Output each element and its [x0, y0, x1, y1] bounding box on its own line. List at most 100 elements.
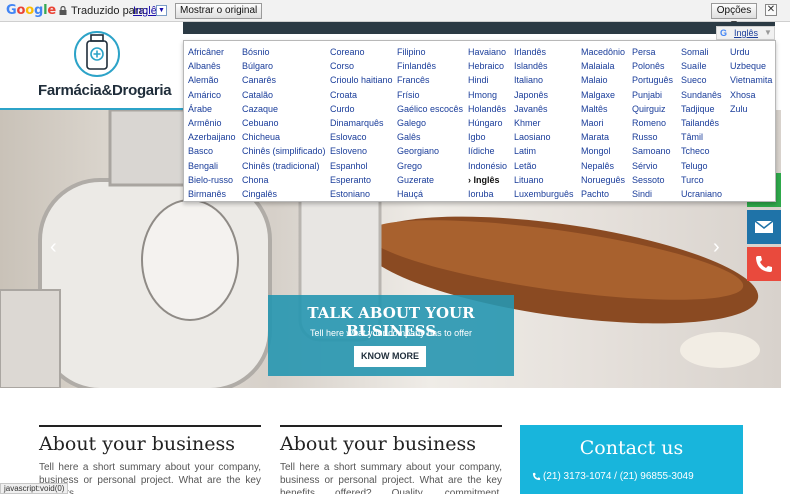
language-option[interactable]: Galego: [397, 116, 463, 130]
site-logo-text[interactable]: Farmácia&Drogaria: [38, 82, 172, 99]
language-option[interactable]: Russo: [632, 130, 673, 144]
language-option[interactable]: Árabe: [188, 102, 236, 116]
language-option[interactable]: Guzerate: [397, 173, 463, 187]
language-option[interactable]: Maltês: [581, 102, 625, 116]
language-option[interactable]: Albanês: [188, 59, 236, 73]
language-option[interactable]: Espanhol: [330, 159, 393, 173]
language-option[interactable]: Bengali: [188, 159, 236, 173]
language-menu-header[interactable]: G Inglês ▼: [716, 26, 775, 40]
language-option[interactable]: Crioulo haitiano: [330, 73, 393, 87]
language-option[interactable]: Javanês: [514, 102, 574, 116]
language-option[interactable]: Quirguiz: [632, 102, 673, 116]
language-option[interactable]: Islandês: [514, 59, 574, 73]
language-option[interactable]: Hauçá: [397, 187, 463, 201]
language-option[interactable]: Igbo: [468, 130, 507, 144]
language-option[interactable]: Gaélico escocês: [397, 102, 463, 116]
language-option[interactable]: Basco: [188, 144, 236, 158]
language-option[interactable]: Tadjique: [681, 102, 722, 116]
language-option[interactable]: Ioruba: [468, 187, 507, 201]
language-option[interactable]: Laosiano: [514, 130, 574, 144]
language-option[interactable]: Cazaque: [242, 102, 326, 116]
language-option[interactable]: Hindi: [468, 73, 507, 87]
language-option[interactable]: Africâner: [188, 45, 236, 59]
language-option[interactable]: Norueguês: [581, 173, 625, 187]
language-option[interactable]: Xhosa: [730, 88, 772, 102]
language-option[interactable]: Húngaro: [468, 116, 507, 130]
language-option[interactable]: Letão: [514, 159, 574, 173]
language-option[interactable]: Georgiano: [397, 144, 463, 158]
language-option[interactable]: Birmanês: [188, 187, 236, 201]
language-option[interactable]: Catalão: [242, 88, 326, 102]
language-option[interactable]: Sueco: [681, 73, 722, 87]
language-option[interactable]: Sérvio: [632, 159, 673, 173]
language-option[interactable]: Tâmil: [681, 130, 722, 144]
language-option[interactable]: Amárico: [188, 88, 236, 102]
slider-prev-arrow[interactable]: ‹: [50, 236, 57, 259]
language-option[interactable]: Chinês (tradicional): [242, 159, 326, 173]
language-option[interactable]: Ucraniano: [681, 187, 722, 201]
language-option[interactable]: › Inglês: [468, 173, 507, 187]
language-option[interactable]: Croata: [330, 88, 393, 102]
language-option[interactable]: Vietnamita: [730, 73, 772, 87]
language-option[interactable]: Malgaxe: [581, 88, 625, 102]
language-option[interactable]: Azerbaijano: [188, 130, 236, 144]
language-option[interactable]: Hmong: [468, 88, 507, 102]
language-option[interactable]: Estoniano: [330, 187, 393, 201]
language-option[interactable]: Uzbeque: [730, 59, 772, 73]
know-more-button[interactable]: KNOW MORE: [354, 346, 426, 367]
language-option[interactable]: Bielo-russo: [188, 173, 236, 187]
language-option[interactable]: Frísio: [397, 88, 463, 102]
language-option[interactable]: Grego: [397, 159, 463, 173]
language-option[interactable]: Curdo: [330, 102, 393, 116]
language-option[interactable]: Iídiche: [468, 144, 507, 158]
language-option[interactable]: Urdu: [730, 45, 772, 59]
language-option[interactable]: Tailandês: [681, 116, 722, 130]
language-option[interactable]: Pachto: [581, 187, 625, 201]
pharmacy-bottle-icon[interactable]: [73, 28, 121, 82]
language-option[interactable]: Havaiano: [468, 45, 507, 59]
language-option[interactable]: Sessoto: [632, 173, 673, 187]
language-option[interactable]: Samoano: [632, 144, 673, 158]
language-option[interactable]: Cingalês: [242, 187, 326, 201]
language-option[interactable]: Luxemburguês: [514, 187, 574, 201]
language-option[interactable]: Hebraico: [468, 59, 507, 73]
language-option[interactable]: Galês: [397, 130, 463, 144]
language-option[interactable]: Indonésio: [468, 159, 507, 173]
language-option[interactable]: Esloveno: [330, 144, 393, 158]
language-option[interactable]: Eslovaco: [330, 130, 393, 144]
language-option[interactable]: Nepalês: [581, 159, 625, 173]
language-option[interactable]: Latim: [514, 144, 574, 158]
phone-button[interactable]: [747, 247, 781, 281]
language-option[interactable]: Lituano: [514, 173, 574, 187]
close-icon[interactable]: ✕: [765, 4, 777, 16]
language-option[interactable]: Japonês: [514, 88, 574, 102]
language-option[interactable]: Dinamarquês: [330, 116, 393, 130]
language-option[interactable]: Chona: [242, 173, 326, 187]
language-option[interactable]: Maori: [581, 116, 625, 130]
language-option[interactable]: Holandês: [468, 102, 507, 116]
language-option[interactable]: Bósnio: [242, 45, 326, 59]
language-option[interactable]: Chinês (simplificado): [242, 144, 326, 158]
language-option[interactable]: Italiano: [514, 73, 574, 87]
language-option[interactable]: Mongol: [581, 144, 625, 158]
language-option[interactable]: Filipino: [397, 45, 463, 59]
language-option[interactable]: Somali: [681, 45, 722, 59]
language-option[interactable]: Polonês: [632, 59, 673, 73]
language-option[interactable]: Canarês: [242, 73, 326, 87]
language-option[interactable]: Marata: [581, 130, 625, 144]
language-option[interactable]: Romeno: [632, 116, 673, 130]
language-option[interactable]: Armênio: [188, 116, 236, 130]
language-option[interactable]: Persa: [632, 45, 673, 59]
language-option[interactable]: Cebuano: [242, 116, 326, 130]
language-option[interactable]: Esperanto: [330, 173, 393, 187]
language-option[interactable]: Malaio: [581, 73, 625, 87]
slider-next-arrow[interactable]: ›: [713, 236, 720, 259]
email-button[interactable]: [747, 210, 781, 244]
options-button[interactable]: Opções ▼: [711, 3, 757, 30]
language-option[interactable]: Búlgaro: [242, 59, 326, 73]
language-option[interactable]: Punjabi: [632, 88, 673, 102]
chevron-down-icon[interactable]: ▼: [156, 5, 167, 16]
language-option[interactable]: Francês: [397, 73, 463, 87]
language-option[interactable]: Zulu: [730, 102, 772, 116]
language-option[interactable]: Irlandês: [514, 45, 574, 59]
